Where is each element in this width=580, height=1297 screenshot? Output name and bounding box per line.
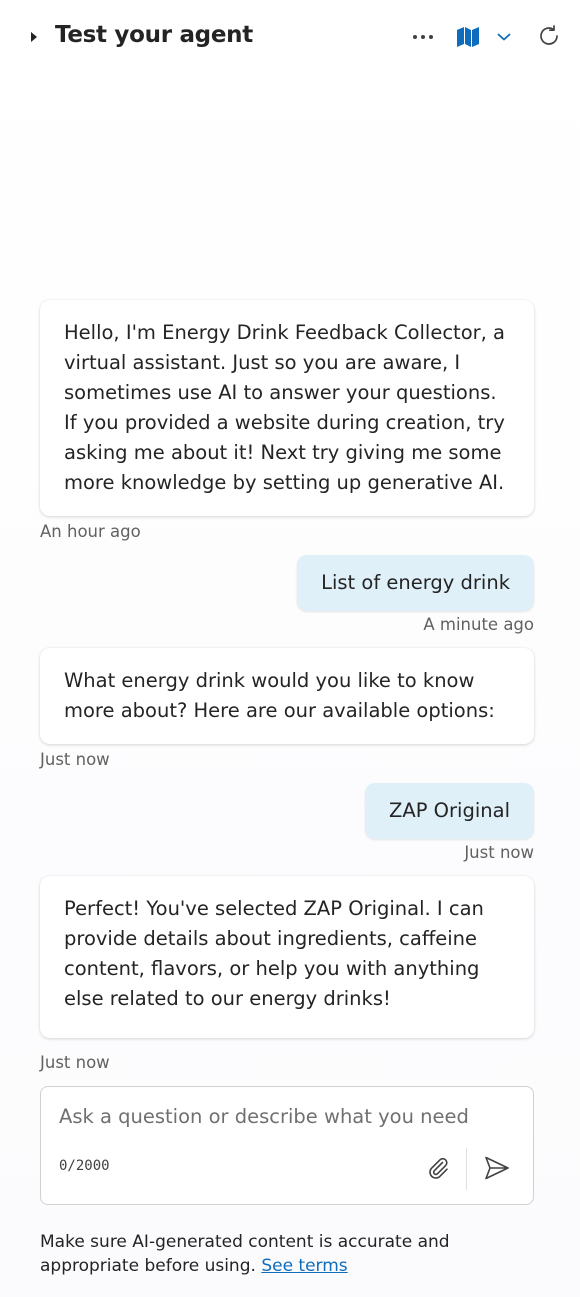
activity-map-button[interactable] xyxy=(452,22,484,52)
message-timestamp: An hour ago xyxy=(40,522,141,541)
send-icon xyxy=(485,1156,509,1180)
attach-button[interactable] xyxy=(421,1151,455,1185)
message-timestamp: Just now xyxy=(40,1053,110,1072)
map-icon xyxy=(457,27,479,47)
page-title: Test your agent xyxy=(55,22,253,48)
caret-right-icon xyxy=(31,32,37,42)
refresh-icon xyxy=(540,25,558,45)
character-counter: 0/2000 xyxy=(59,1158,110,1174)
message-input[interactable] xyxy=(59,1105,509,1128)
message-timestamp: Just now xyxy=(464,843,534,862)
bot-message: Hello, I'm Energy Drink Feedback Collect… xyxy=(40,300,534,516)
message-timestamp: Just now xyxy=(40,750,110,769)
map-dropdown-button[interactable] xyxy=(492,24,516,50)
more-options-button[interactable] xyxy=(407,22,439,52)
user-message: List of energy drink xyxy=(297,555,534,611)
more-horizontal-icon xyxy=(413,35,433,39)
header: Test your agent xyxy=(0,0,580,76)
refresh-button[interactable] xyxy=(534,21,564,51)
chevron-down-icon xyxy=(497,33,511,41)
message-timestamp: A minute ago xyxy=(423,615,534,634)
user-message: ZAP Original xyxy=(365,783,534,839)
message-composer: 0/2000 xyxy=(40,1086,534,1205)
collapse-button[interactable] xyxy=(22,25,46,49)
disclaimer: Make sure AI-generated content is accura… xyxy=(40,1230,540,1278)
bot-message: Perfect! You've selected ZAP Original. I… xyxy=(40,876,534,1038)
see-terms-link[interactable]: See terms xyxy=(261,1256,347,1276)
send-button[interactable] xyxy=(479,1150,515,1186)
disclaimer-text: Make sure AI-generated content is accura… xyxy=(40,1232,450,1276)
composer-divider xyxy=(466,1148,467,1190)
paperclip-icon xyxy=(429,1157,448,1179)
bot-message: What energy drink would you like to know… xyxy=(40,648,534,744)
